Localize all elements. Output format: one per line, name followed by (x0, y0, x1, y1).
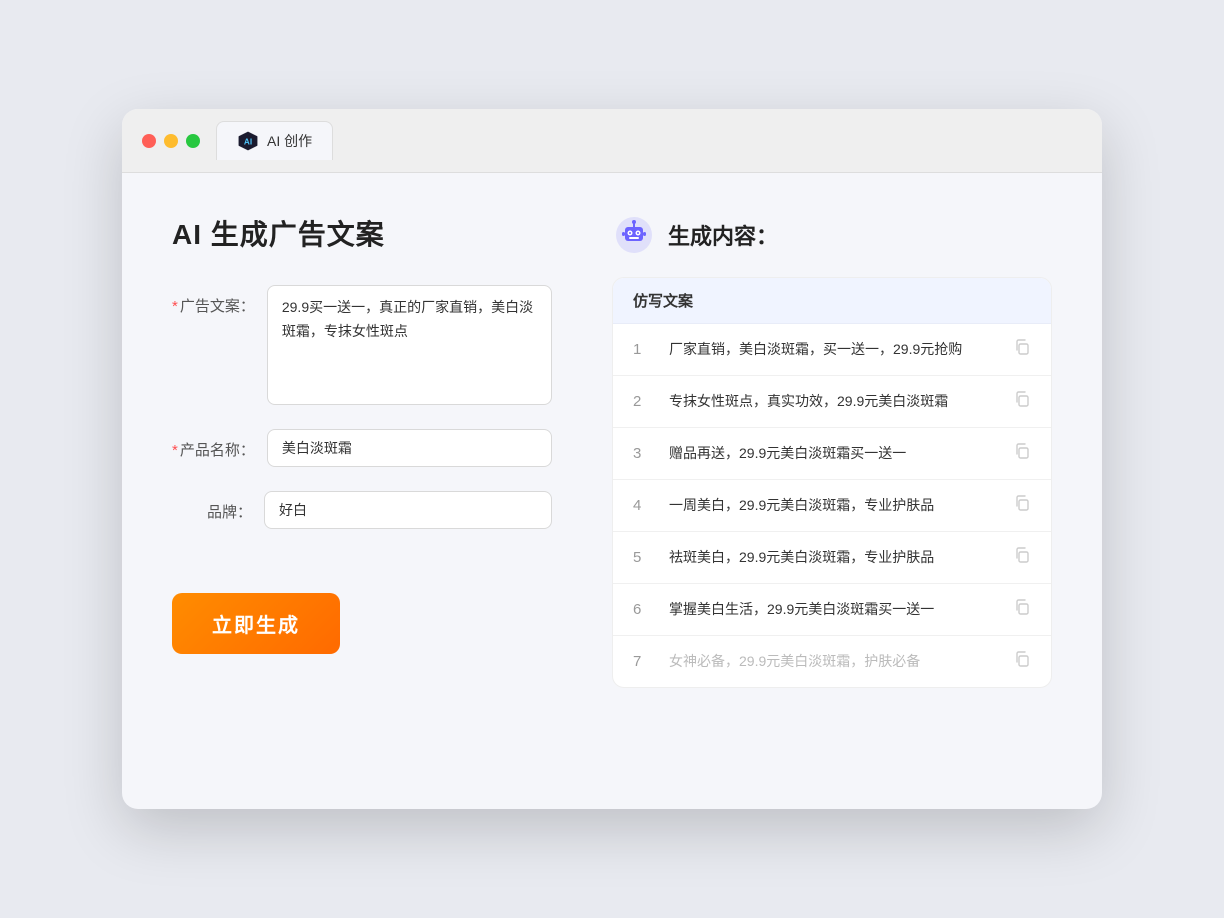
brand-label: 品牌： (172, 491, 252, 522)
copy-icon[interactable] (1013, 598, 1031, 621)
result-title: 生成内容： (668, 219, 778, 251)
result-table: 仿写文案 1 厂家直销，美白淡斑霜，买一送一，29.9元抢购 2 专抹女性斑点，真实… (612, 277, 1052, 688)
row-number: 7 (633, 653, 653, 670)
table-row: 1 厂家直销，美白淡斑霜，买一送一，29.9元抢购 (613, 324, 1051, 376)
row-text: 掌握美白生活，29.9元美白淡斑霜买一送一 (669, 599, 997, 620)
table-row: 6 掌握美白生活，29.9元美白淡斑霜买一送一 (613, 584, 1051, 636)
row-number: 3 (633, 445, 653, 462)
row-number: 2 (633, 393, 653, 410)
row-number: 5 (633, 549, 653, 566)
maximize-button[interactable] (186, 134, 200, 148)
row-text: 赠品再送，29.9元美白淡斑霜买一送一 (669, 443, 997, 464)
result-rows: 1 厂家直销，美白淡斑霜，买一送一，29.9元抢购 2 专抹女性斑点，真实功效，29… (613, 324, 1051, 687)
required-mark: * (172, 298, 178, 315)
right-panel: 生成内容： 仿写文案 1 厂家直销，美白淡斑霜，买一送一，29.9元抢购 2 专抹女… (612, 213, 1052, 688)
ad-copy-input[interactable] (267, 285, 552, 405)
browser-content: AI 生成广告文案 *广告文案： *产品名称： 品牌： 立即生成 (122, 173, 1102, 728)
copy-icon[interactable] (1013, 338, 1031, 361)
row-number: 4 (633, 497, 653, 514)
generate-button[interactable]: 立即生成 (172, 593, 340, 654)
robot-icon (612, 213, 656, 257)
required-mark-2: * (172, 442, 178, 459)
page-title: AI 生成广告文案 (172, 213, 552, 253)
row-text: 祛斑美白，29.9元美白淡斑霜，专业护肤品 (669, 547, 997, 568)
brand-input[interactable] (264, 491, 552, 529)
product-name-label: *产品名称： (172, 429, 255, 460)
brand-group: 品牌： (172, 491, 552, 529)
svg-text:AI: AI (244, 138, 252, 147)
table-row: 7 女神必备，29.9元美白淡斑霜，护肤必备 (613, 636, 1051, 687)
traffic-lights (142, 134, 200, 148)
copy-icon[interactable] (1013, 390, 1031, 413)
table-row: 2 专抹女性斑点，真实功效，29.9元美白淡斑霜 (613, 376, 1051, 428)
row-text: 专抹女性斑点，真实功效，29.9元美白淡斑霜 (669, 391, 997, 412)
product-name-group: *产品名称： (172, 429, 552, 467)
copy-icon[interactable] (1013, 650, 1031, 673)
ai-tab-icon: AI (237, 130, 259, 152)
table-row: 5 祛斑美白，29.9元美白淡斑霜，专业护肤品 (613, 532, 1051, 584)
left-panel: AI 生成广告文案 *广告文案： *产品名称： 品牌： 立即生成 (172, 213, 552, 688)
browser-window: AI AI 创作 AI 生成广告文案 *广告文案： *产品名称： (122, 109, 1102, 809)
copy-icon[interactable] (1013, 442, 1031, 465)
table-row: 4 一周美白，29.9元美白淡斑霜，专业护肤品 (613, 480, 1051, 532)
row-number: 6 (633, 601, 653, 618)
ad-copy-group: *广告文案： (172, 285, 552, 405)
row-text: 厂家直销，美白淡斑霜，买一送一，29.9元抢购 (669, 339, 997, 360)
row-text: 女神必备，29.9元美白淡斑霜，护肤必备 (669, 651, 997, 672)
tab-ai-creation[interactable]: AI AI 创作 (216, 121, 333, 160)
table-header: 仿写文案 (613, 278, 1051, 324)
titlebar: AI AI 创作 (122, 109, 1102, 173)
copy-icon[interactable] (1013, 546, 1031, 569)
row-number: 1 (633, 341, 653, 358)
copy-icon[interactable] (1013, 494, 1031, 517)
product-name-input[interactable] (267, 429, 552, 467)
result-header: 生成内容： (612, 213, 1052, 257)
tab-label: AI 创作 (267, 131, 312, 151)
table-row: 3 赠品再送，29.9元美白淡斑霜买一送一 (613, 428, 1051, 480)
ad-copy-label: *广告文案： (172, 285, 255, 316)
close-button[interactable] (142, 134, 156, 148)
minimize-button[interactable] (164, 134, 178, 148)
row-text: 一周美白，29.9元美白淡斑霜，专业护肤品 (669, 495, 997, 516)
